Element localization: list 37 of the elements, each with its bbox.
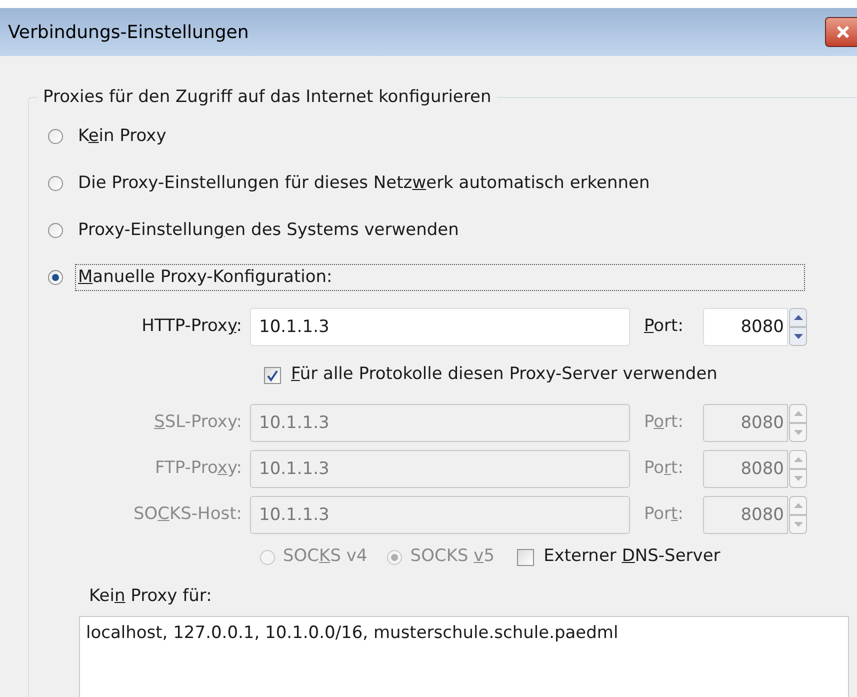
proxy-input[interactable]: 10.1.1.3	[250, 308, 630, 346]
window-title: Verbindungs-Einstellungen	[8, 20, 249, 44]
field-label: SOCKS-Host:	[132, 503, 243, 526]
checkbox[interactable]	[264, 366, 281, 384]
radio-label[interactable]: Kein Proxy	[75, 123, 170, 150]
radio-button[interactable]	[48, 270, 63, 285]
up-arrow-icon	[794, 315, 802, 320]
radio-button[interactable]	[48, 223, 63, 238]
spinner-up-button[interactable]	[789, 308, 807, 327]
close-icon	[837, 26, 849, 38]
checkbox[interactable]	[516, 548, 534, 566]
radio-label[interactable]: Die Proxy-Einstellungen für dieses Netzwerk automatisch erkennen	[75, 170, 653, 197]
up-arrow-icon	[794, 411, 802, 416]
spinner-down-button[interactable]	[789, 327, 807, 346]
down-arrow-icon	[794, 476, 802, 481]
down-arrow-icon	[794, 334, 802, 339]
radio-label[interactable]: Manuelle Proxy-Konfiguration:	[75, 264, 805, 291]
radio-button[interactable]	[48, 129, 63, 144]
up-arrow-icon	[794, 503, 802, 508]
up-arrow-icon	[794, 457, 802, 462]
down-arrow-icon	[794, 430, 802, 435]
down-arrow-icon	[794, 522, 802, 527]
port-input[interactable]: 8080	[703, 308, 788, 346]
checkbox-label[interactable]: Externer DNS-Server	[544, 544, 720, 570]
port-label: Port:	[643, 503, 684, 526]
radio-button[interactable]	[48, 176, 63, 191]
field-label: FTP-Proxy:	[154, 457, 243, 480]
checkbox-label[interactable]: Für alle Protokolle diesen Proxy-Server verwenden	[291, 362, 718, 388]
port-label: Port:	[643, 315, 684, 338]
port-label: Port:	[643, 411, 684, 434]
field-label: SSL-Proxy:	[153, 411, 243, 434]
port-label: Port:	[643, 457, 684, 480]
field-label: HTTP-Proxy:	[140, 315, 243, 338]
text-area[interactable]: localhost, 127.0.0.1, 10.1.0.0/16, musterschule.schule.paedml	[79, 616, 849, 697]
radio-label[interactable]: Proxy-Einstellungen des Systems verwenden	[75, 217, 462, 244]
field-label: Kein Proxy für:	[89, 586, 212, 606]
close-button[interactable]	[825, 17, 857, 47]
